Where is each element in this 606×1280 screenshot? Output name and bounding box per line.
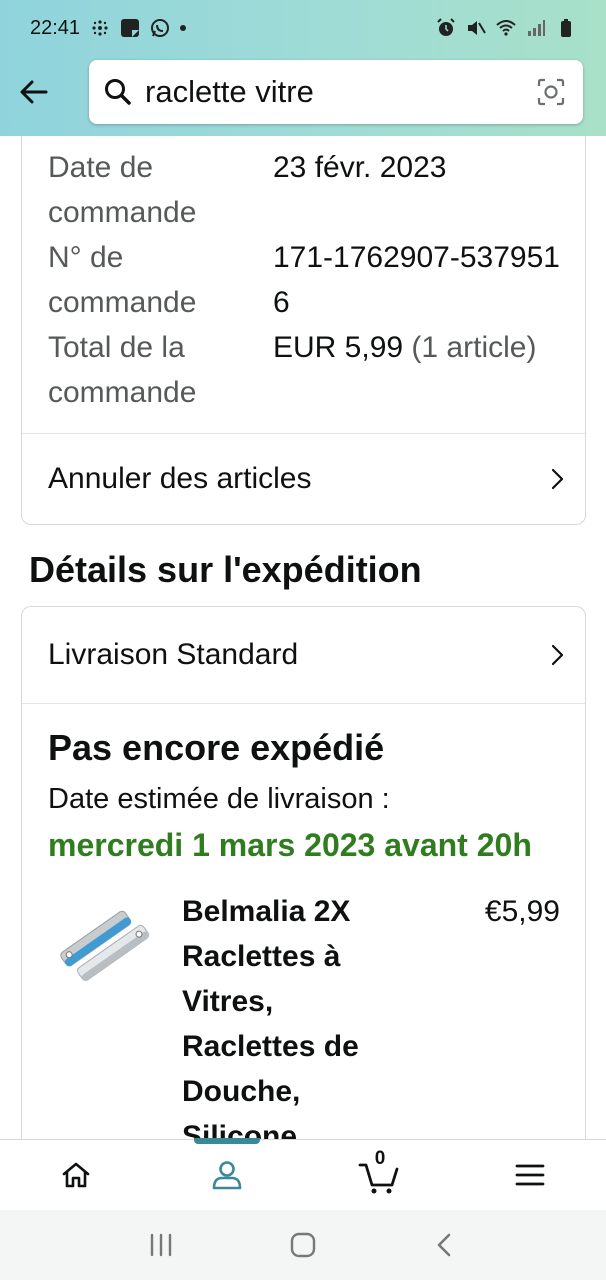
delivery-estimate-label: Date estimée de livraison : — [48, 783, 390, 815]
signal-icon — [528, 20, 545, 36]
nav-account[interactable] — [152, 1138, 304, 1210]
order-date-value: 23 févr. 2023 — [273, 151, 447, 184]
order-details-content: Date de commande 23 févr. 2023 N° de com… — [0, 136, 606, 1139]
search-input[interactable]: raclette vitre — [89, 60, 583, 124]
cancel-items-link[interactable]: Annuler des articles — [22, 434, 585, 524]
home-button-icon[interactable] — [289, 1231, 317, 1259]
camera-lens-icon[interactable] — [535, 76, 567, 108]
wifi-icon — [496, 20, 516, 36]
battery-icon — [561, 19, 571, 37]
chevron-right-icon — [551, 468, 564, 490]
order-number-value: 171-1762907-5379516 — [273, 241, 560, 319]
active-indicator — [194, 1138, 261, 1144]
order-total-value-wrap: EUR 5,99 (1 article) — [273, 325, 563, 415]
home-icon — [62, 1162, 90, 1188]
divider — [22, 703, 585, 704]
bottom-nav: 0 — [0, 1138, 606, 1210]
status-bar: 22:41 — [0, 0, 606, 56]
recent-apps-icon[interactable] — [147, 1232, 175, 1258]
order-total-label: Total de la commande — [48, 331, 197, 409]
cart-count: 0 — [374, 1148, 386, 1169]
alarm-icon — [437, 18, 455, 36]
back-button[interactable] — [2, 60, 66, 124]
system-navigation-bar — [0, 1210, 606, 1280]
search-icon — [105, 79, 131, 105]
whatsapp-icon — [151, 19, 170, 37]
menu-icon — [515, 1164, 545, 1186]
chevron-right-icon — [551, 644, 564, 666]
account-icon — [212, 1161, 242, 1190]
nav-cart[interactable]: 0 — [303, 1140, 455, 1210]
status-time: 22:41 — [30, 16, 81, 39]
order-date-row: Date de commande 23 févr. 2023 — [48, 145, 568, 235]
shipping-section-title: Détails sur l'expédition — [29, 549, 422, 590]
mute-icon — [468, 21, 486, 35]
product-price: €5,99 — [484, 895, 560, 928]
product-thumbnail[interactable] — [50, 897, 156, 987]
shipping-method-link[interactable]: Livraison Standard — [22, 607, 585, 703]
order-number-row: N° de commande 171-1762907-5379516 — [48, 235, 568, 325]
notification-dot-icon — [180, 25, 187, 31]
top-header: 22:41 raclette vitre — [0, 0, 606, 136]
grid-app-icon — [92, 20, 108, 36]
notes-app-icon — [121, 19, 140, 37]
order-total-value: EUR 5,99 — [273, 331, 404, 364]
order-total-row: Total de la commande EUR 5,99 (1 article… — [48, 325, 568, 415]
order-summary-card: Date de commande 23 févr. 2023 N° de com… — [21, 136, 586, 525]
back-nav-icon[interactable] — [431, 1231, 459, 1259]
cancel-items-label: Annuler des articles — [48, 462, 312, 495]
order-number-label: N° de commande — [48, 241, 197, 319]
shipment-status: Pas encore expédié — [48, 727, 385, 768]
order-total-items: (1 article) — [411, 331, 537, 364]
search-query: raclette vitre — [145, 74, 314, 109]
product-title[interactable]: Belmalia 2X Raclettes à Vitres, Raclette… — [182, 889, 412, 1139]
delivery-estimate-date: mercredi 1 mars 2023 avant 20h — [48, 827, 532, 863]
search-row: raclette vitre — [0, 60, 606, 124]
shipment-card: Livraison Standard Pas encore expédié Da… — [21, 606, 586, 1139]
back-arrow-icon — [20, 80, 48, 104]
order-date-label: Date de commande — [48, 151, 197, 229]
nav-home[interactable] — [0, 1140, 152, 1210]
nav-menu[interactable] — [455, 1140, 606, 1210]
shipping-method-label: Livraison Standard — [48, 638, 299, 671]
